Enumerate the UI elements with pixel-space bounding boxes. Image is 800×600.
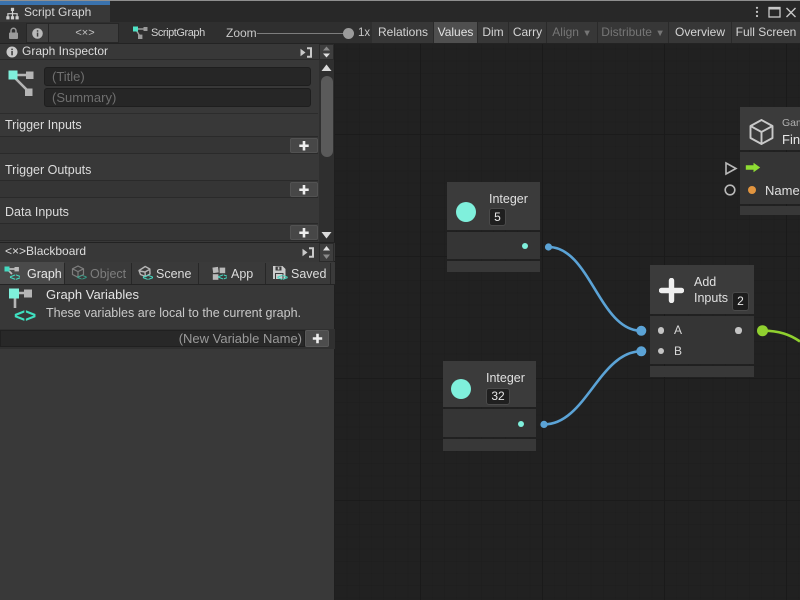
svg-text:<>: <>	[14, 306, 36, 324]
svg-text:<>: <>	[218, 272, 227, 281]
svg-text:<>: <>	[77, 272, 87, 281]
svg-text:<>: <>	[277, 272, 288, 281]
svg-text:<>: <>	[143, 273, 154, 282]
svg-text:<>: <>	[10, 272, 21, 282]
